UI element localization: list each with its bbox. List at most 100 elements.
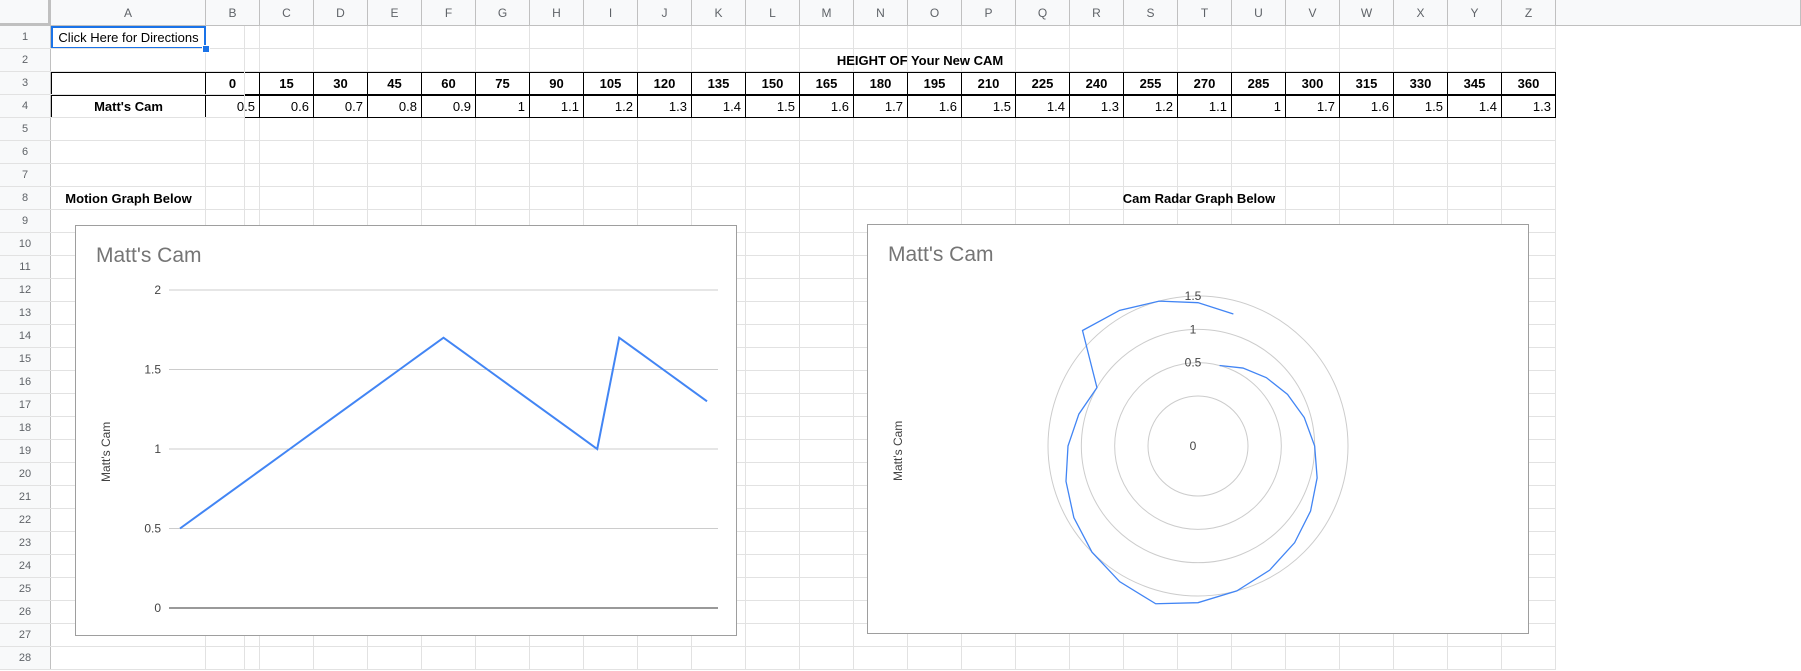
grid-cell[interactable] [800,555,854,578]
column-header-A[interactable]: A [51,0,206,26]
angle-header-cell[interactable]: 195 [908,72,962,95]
grid-cell[interactable] [908,164,962,187]
grid-cell[interactable] [962,26,1016,49]
grid-cell[interactable] [746,371,800,394]
grid-cell[interactable] [638,26,692,49]
grid-cell[interactable] [746,256,800,279]
grid-cell[interactable] [746,486,800,509]
height-value-cell[interactable]: 1.3 [638,95,692,118]
height-value-cell[interactable]: 1.5 [962,95,1016,118]
grid-cell[interactable] [260,164,314,187]
angle-header-cell[interactable]: 315 [1340,72,1394,95]
grid-cell[interactable] [1286,164,1340,187]
angle-header-cell[interactable]: 345 [1448,72,1502,95]
grid-cell[interactable] [1340,26,1394,49]
grid-cell[interactable] [1286,26,1340,49]
grid-cell[interactable] [1124,141,1178,164]
grid-cell[interactable] [746,348,800,371]
column-header-L[interactable]: L [746,0,800,26]
grid-cell[interactable] [800,210,854,233]
column-header-R[interactable]: R [1070,0,1124,26]
grid-cell[interactable] [476,647,530,670]
angle-header-cell[interactable]: 150 [746,72,800,95]
grid-cell[interactable] [368,141,422,164]
height-value-cell[interactable]: 1.4 [1016,95,1070,118]
grid-cell[interactable] [1178,26,1232,49]
grid-cell[interactable] [800,325,854,348]
grid-cell[interactable] [746,532,800,555]
grid-cell[interactable] [800,532,854,555]
grid-cell[interactable] [0,72,245,95]
grid-cell[interactable] [530,26,584,49]
grid-cell[interactable] [692,647,746,670]
grid-cell[interactable] [746,440,800,463]
grid-cell[interactable] [584,26,638,49]
grid-cell[interactable] [1340,141,1394,164]
grid-cell[interactable] [476,118,530,141]
grid-cell[interactable] [746,555,800,578]
grid-cell[interactable] [1016,26,1070,49]
angle-header-cell[interactable]: 15 [260,72,314,95]
height-value-cell[interactable]: 1.1 [1178,95,1232,118]
grid-cell[interactable] [1232,647,1286,670]
grid-cell[interactable] [368,164,422,187]
grid-cell[interactable] [584,118,638,141]
grid-cell[interactable] [1286,141,1340,164]
grid-cell[interactable] [1394,164,1448,187]
height-value-cell[interactable]: 1.5 [746,95,800,118]
grid-cell[interactable] [800,279,854,302]
grid-cell[interactable] [800,486,854,509]
column-header-V[interactable]: V [1286,0,1340,26]
column-header-D[interactable]: D [314,0,368,26]
column-header-U[interactable]: U [1232,0,1286,26]
grid-cell[interactable] [746,509,800,532]
angle-header-cell[interactable]: 240 [1070,72,1124,95]
grid-cell[interactable] [260,647,314,670]
grid-cell[interactable] [908,187,962,210]
grid-cell[interactable] [530,118,584,141]
grid-cell[interactable] [314,141,368,164]
grid-cell[interactable] [1178,141,1232,164]
grid-cell[interactable] [800,578,854,601]
grid-cell[interactable] [1016,164,1070,187]
grid-cell[interactable] [1394,26,1448,49]
grid-cell[interactable] [1448,164,1502,187]
grid-cell[interactable] [1286,118,1340,141]
height-value-cell[interactable]: 1.3 [1502,95,1556,118]
grid-cell[interactable] [0,118,245,141]
column-header-I[interactable]: I [584,0,638,26]
height-value-cell[interactable]: 1 [476,95,530,118]
grid-cell[interactable] [0,164,245,187]
grid-cell[interactable] [854,647,908,670]
grid-cell[interactable] [800,187,854,210]
grid-cell[interactable] [314,164,368,187]
grid-cell[interactable] [1502,141,1556,164]
grid-cell[interactable] [530,187,584,210]
column-header-C[interactable]: C [260,0,314,26]
grid-cell[interactable] [1070,141,1124,164]
grid-cell[interactable] [584,141,638,164]
column-header-W[interactable]: W [1340,0,1394,26]
cam-radar-chart[interactable]: Matt's Cam Matt's Cam 0 0.5 1 1.5 [867,224,1529,634]
grid-cell[interactable] [530,647,584,670]
grid-cell[interactable] [746,210,800,233]
grid-cell[interactable] [1286,647,1340,670]
height-value-cell[interactable]: 1.1 [530,95,584,118]
grid-cell[interactable] [800,371,854,394]
grid-cell[interactable] [368,26,422,49]
grid-cell[interactable] [1232,141,1286,164]
grid-cell[interactable] [422,164,476,187]
grid-cell[interactable] [800,141,854,164]
height-value-cell[interactable]: 1.6 [1340,95,1394,118]
grid-cell[interactable] [530,164,584,187]
grid-cell[interactable] [638,187,692,210]
grid-cell[interactable] [800,164,854,187]
grid-cell[interactable] [746,279,800,302]
angle-header-cell[interactable]: 270 [1178,72,1232,95]
grid-cell[interactable] [1448,118,1502,141]
grid-cell[interactable] [746,463,800,486]
grid-cell[interactable] [746,417,800,440]
grid-cell[interactable] [746,233,800,256]
grid-cell[interactable] [692,187,746,210]
angle-header-cell[interactable]: 30 [314,72,368,95]
